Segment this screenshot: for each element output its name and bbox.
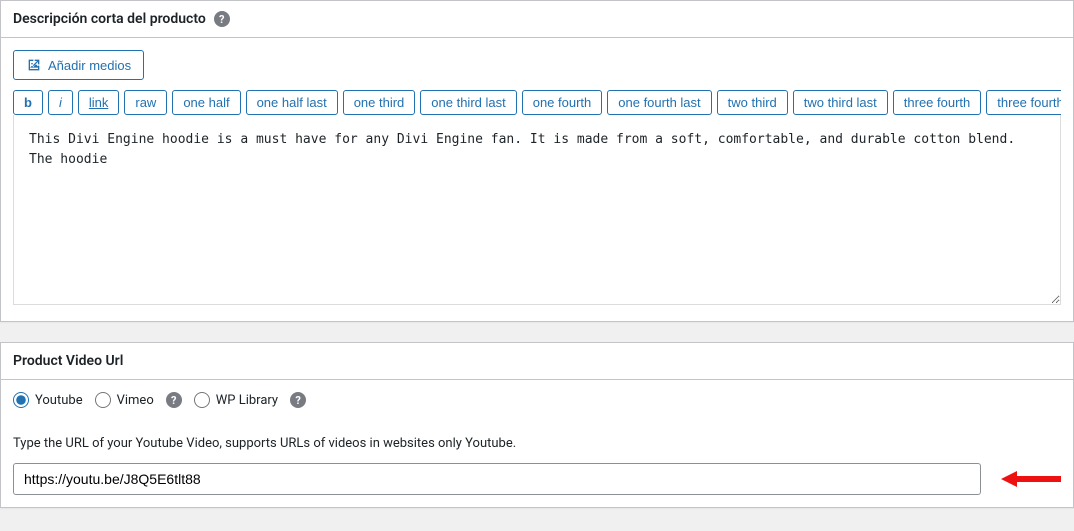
help-icon[interactable]: ? <box>214 11 230 27</box>
short-description-title: Descripción corta del producto <box>13 11 206 27</box>
radio-wp-library[interactable]: WP Library <box>194 392 278 408</box>
toolbar-one-third[interactable]: one third <box>343 90 416 115</box>
product-video-body: Youtube Vimeo ? WP Library ? Type the UR… <box>1 380 1073 507</box>
radio-youtube-input[interactable] <box>13 392 29 408</box>
toolbar-raw[interactable]: raw <box>124 90 167 115</box>
toolbar-two-third-last[interactable]: two third last <box>793 90 888 115</box>
radio-vimeo[interactable]: Vimeo <box>95 392 154 408</box>
radio-vimeo-label: Vimeo <box>117 393 154 408</box>
toolbar-link[interactable]: link <box>78 90 120 115</box>
video-helper-text: Type the URL of your Youtube Video, supp… <box>13 436 1061 451</box>
help-icon[interactable]: ? <box>166 392 182 408</box>
short-description-body: Añadir medios b i link raw one half one … <box>1 38 1073 321</box>
short-description-header: Descripción corta del producto ? <box>1 1 1073 38</box>
toolbar-bold[interactable]: b <box>13 90 43 115</box>
add-media-label: Añadir medios <box>48 58 131 73</box>
short-description-metabox: Descripción corta del producto ? Añadir … <box>0 0 1074 322</box>
video-url-row <box>13 463 1061 495</box>
radio-wp-library-label: WP Library <box>216 393 278 408</box>
media-icon <box>26 57 42 73</box>
product-video-title: Product Video Url <box>13 353 123 369</box>
video-url-input[interactable] <box>13 463 981 495</box>
add-media-button[interactable]: Añadir medios <box>13 50 144 80</box>
product-video-header: Product Video Url <box>1 343 1073 380</box>
radio-youtube[interactable]: Youtube <box>13 392 83 408</box>
radio-wp-library-input[interactable] <box>194 392 210 408</box>
product-video-metabox: Product Video Url Youtube Vimeo ? WP Lib… <box>0 342 1074 508</box>
toolbar-three-fourth[interactable]: three fourth <box>893 90 982 115</box>
toolbar-one-fourth-last[interactable]: one fourth last <box>607 90 711 115</box>
toolbar-one-half[interactable]: one half <box>172 90 240 115</box>
toolbar-one-third-last[interactable]: one third last <box>420 90 516 115</box>
toolbar-three-fourth-last[interactable]: three fourth last <box>986 90 1061 115</box>
video-source-radios: Youtube Vimeo ? WP Library ? <box>13 392 1061 408</box>
toolbar-two-third[interactable]: two third <box>717 90 788 115</box>
help-icon[interactable]: ? <box>290 392 306 408</box>
radio-vimeo-input[interactable] <box>95 392 111 408</box>
short-description-editor[interactable] <box>13 115 1061 305</box>
toolbar-one-fourth[interactable]: one fourth <box>522 90 603 115</box>
editor-toolbar: b i link raw one half one half last one … <box>13 90 1061 115</box>
toolbar-italic[interactable]: i <box>48 90 73 115</box>
radio-youtube-label: Youtube <box>35 393 83 408</box>
toolbar-one-half-last[interactable]: one half last <box>246 90 338 115</box>
arrow-icon <box>1001 467 1061 491</box>
